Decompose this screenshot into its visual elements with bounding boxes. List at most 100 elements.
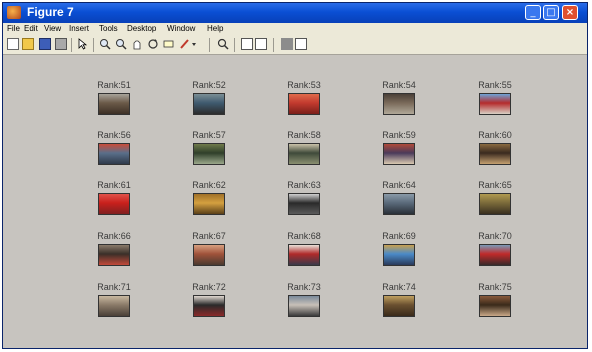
legend-icon[interactable] xyxy=(255,38,267,50)
rank-label: Rank:68 xyxy=(287,231,321,241)
pointer-icon[interactable] xyxy=(77,38,89,50)
hide-plot-tools-icon[interactable] xyxy=(281,38,293,50)
rank-label: Rank:59 xyxy=(382,130,416,140)
menu-insert[interactable]: Insert xyxy=(69,24,89,33)
toolbar xyxy=(3,36,587,55)
result-cell: Rank:65 xyxy=(460,179,530,215)
menu-edit[interactable]: Edit xyxy=(24,24,38,33)
result-cell: Rank:68 xyxy=(269,230,339,266)
brush-icon[interactable] xyxy=(179,38,196,50)
result-cell: Rank:69 xyxy=(364,230,434,266)
result-cell: Rank:60 xyxy=(460,129,530,165)
result-cell: Rank:63 xyxy=(269,179,339,215)
menu-bar: File Edit View Insert Tools Desktop Wind… xyxy=(3,23,587,36)
rank-label: Rank:53 xyxy=(287,80,321,90)
toolbar-separator xyxy=(71,38,72,52)
matlab-figure-icon xyxy=(7,6,21,19)
rank-label: Rank:70 xyxy=(478,231,512,241)
result-cell: Rank:64 xyxy=(364,179,434,215)
rank-label: Rank:58 xyxy=(287,130,321,140)
result-cell: Rank:74 xyxy=(364,281,434,317)
result-cell: Rank:73 xyxy=(269,281,339,317)
save-icon[interactable] xyxy=(39,38,51,50)
zoom-in-icon[interactable] xyxy=(99,38,111,50)
maximize-button[interactable]: □ xyxy=(543,5,559,20)
bus-thumbnail-image xyxy=(288,143,320,165)
rank-label: Rank:57 xyxy=(192,130,226,140)
title-bar[interactable]: Figure 7 _ □ × xyxy=(3,3,587,23)
result-cell: Rank:57 xyxy=(174,129,244,165)
minimize-button[interactable]: _ xyxy=(525,5,541,20)
result-cell: Rank:51 xyxy=(79,79,149,115)
rotate-icon[interactable] xyxy=(147,38,159,50)
result-cell: Rank:56 xyxy=(79,129,149,165)
bus-thumbnail-image xyxy=(288,193,320,215)
bus-thumbnail-image xyxy=(193,143,225,165)
pan-icon[interactable] xyxy=(131,38,143,50)
result-cell: Rank:58 xyxy=(269,129,339,165)
rank-label: Rank:56 xyxy=(97,130,131,140)
result-cell: Rank:61 xyxy=(79,179,149,215)
result-cell: Rank:75 xyxy=(460,281,530,317)
rank-label: Rank:74 xyxy=(382,282,416,292)
bus-thumbnail-image xyxy=(98,143,130,165)
bus-thumbnail-image xyxy=(288,93,320,115)
rank-label: Rank:67 xyxy=(192,231,226,241)
rank-label: Rank:75 xyxy=(478,282,512,292)
menu-view[interactable]: View xyxy=(44,24,61,33)
bus-thumbnail-image xyxy=(193,295,225,317)
data-cursor-icon[interactable] xyxy=(163,38,175,50)
bus-thumbnail-image xyxy=(288,244,320,266)
bus-thumbnail-image xyxy=(383,244,415,266)
menu-tools[interactable]: Tools xyxy=(99,24,118,33)
figure-window: Figure 7 _ □ × File Edit View Insert Too… xyxy=(2,2,588,349)
print-icon[interactable] xyxy=(55,38,67,50)
rank-label: Rank:63 xyxy=(287,180,321,190)
bus-thumbnail-image xyxy=(98,193,130,215)
toolbar-separator xyxy=(273,38,274,52)
colorbar-icon[interactable] xyxy=(241,38,253,50)
rank-label: Rank:62 xyxy=(192,180,226,190)
menu-window[interactable]: Window xyxy=(167,24,195,33)
bus-thumbnail-image xyxy=(193,93,225,115)
toolbar-separator xyxy=(209,38,210,52)
result-cell: Rank:53 xyxy=(269,79,339,115)
rank-label: Rank:51 xyxy=(97,80,131,90)
toolbar-separator xyxy=(93,38,94,52)
bus-thumbnail-image xyxy=(98,93,130,115)
rank-label: Rank:54 xyxy=(382,80,416,90)
result-cell: Rank:71 xyxy=(79,281,149,317)
figure-canvas: Rank:51 Rank:52 Rank:53 Rank:54 Rank:55 Rank:… xyxy=(3,55,587,348)
result-cell: Rank:55 xyxy=(460,79,530,115)
bus-thumbnail-image xyxy=(479,143,511,165)
bus-thumbnail-image xyxy=(98,295,130,317)
close-button[interactable]: × xyxy=(562,5,578,20)
bus-thumbnail-image xyxy=(479,93,511,115)
zoom-out-icon[interactable] xyxy=(115,38,127,50)
bus-thumbnail-image xyxy=(479,244,511,266)
menu-help[interactable]: Help xyxy=(207,24,223,33)
bus-thumbnail-image xyxy=(98,244,130,266)
rank-label: Rank:73 xyxy=(287,282,321,292)
result-cell: Rank:70 xyxy=(460,230,530,266)
menu-file[interactable]: File xyxy=(7,24,20,33)
rank-label: Rank:55 xyxy=(478,80,512,90)
result-cell: Rank:72 xyxy=(174,281,244,317)
bus-thumbnail-image xyxy=(479,295,511,317)
menu-desktop[interactable]: Desktop xyxy=(127,24,156,33)
rank-label: Rank:52 xyxy=(192,80,226,90)
rank-label: Rank:64 xyxy=(382,180,416,190)
link-icon[interactable] xyxy=(217,38,229,50)
new-figure-icon[interactable] xyxy=(7,38,19,50)
result-cell: Rank:66 xyxy=(79,230,149,266)
bus-thumbnail-image xyxy=(479,193,511,215)
rank-label: Rank:66 xyxy=(97,231,131,241)
rank-label: Rank:71 xyxy=(97,282,131,292)
toolbar-separator xyxy=(234,38,235,52)
show-plot-tools-icon[interactable] xyxy=(295,38,307,50)
open-icon[interactable] xyxy=(22,38,34,50)
bus-thumbnail-image xyxy=(383,193,415,215)
rank-label: Rank:60 xyxy=(478,130,512,140)
rank-label: Rank:65 xyxy=(478,180,512,190)
result-cell: Rank:52 xyxy=(174,79,244,115)
